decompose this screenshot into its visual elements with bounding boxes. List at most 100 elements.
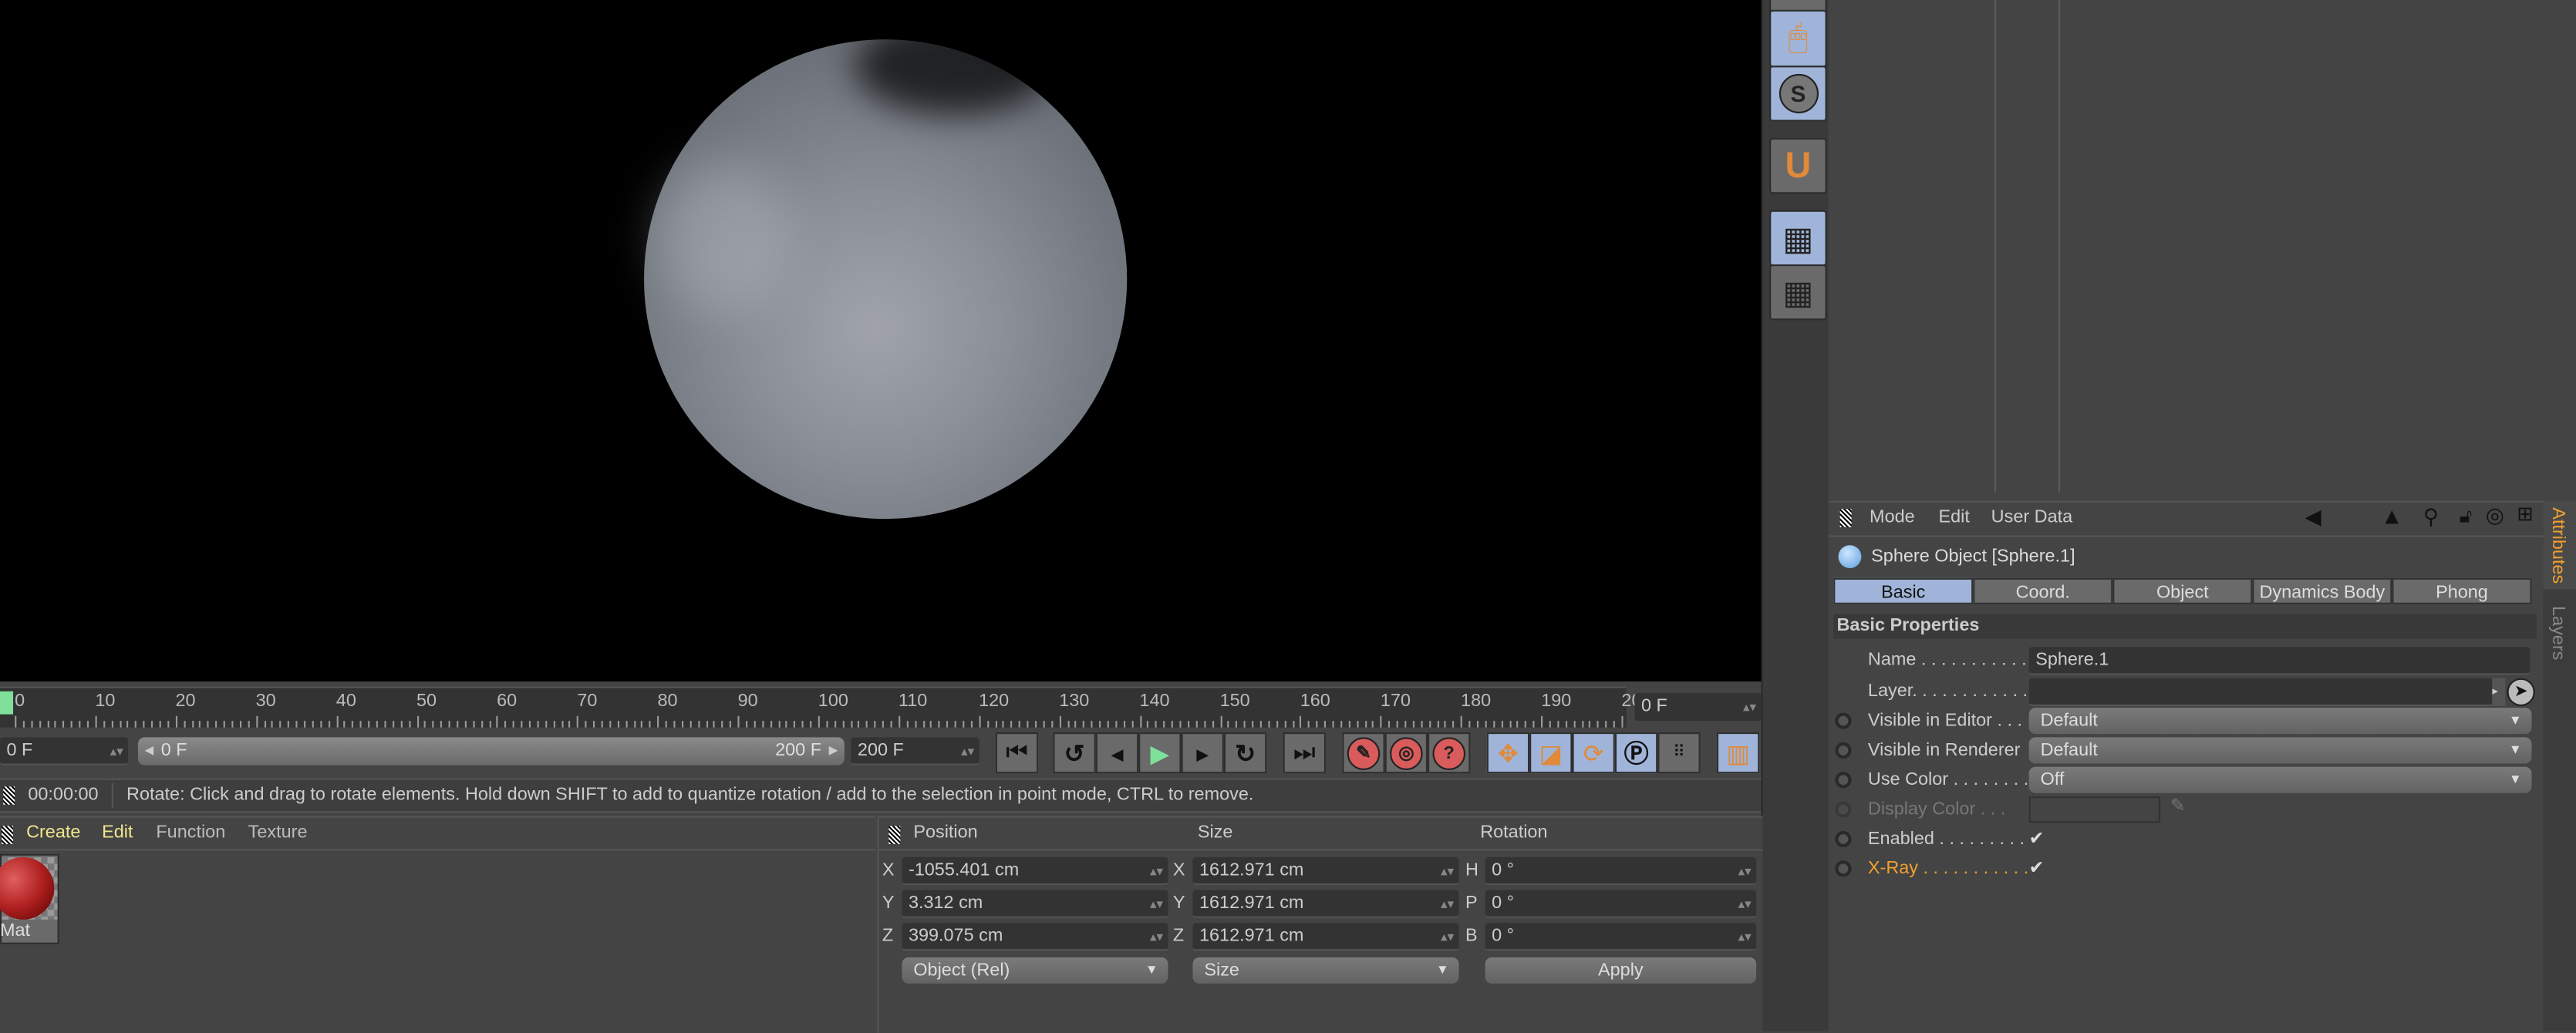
tab-coord[interactable]: Coord. bbox=[1973, 577, 2113, 604]
tick-mark bbox=[601, 721, 603, 728]
menu-edit[interactable]: Edit bbox=[1939, 507, 1970, 527]
use-color-select[interactable]: Off ▼ bbox=[2028, 766, 2532, 793]
apply-button[interactable]: Apply bbox=[1485, 957, 1757, 984]
tick-mark bbox=[1557, 721, 1559, 728]
layer-label: Layer. . . . . . . . . . . . bbox=[1867, 681, 2028, 702]
animate-radio[interactable] bbox=[1835, 742, 1852, 759]
lock-icon[interactable]: 🔓︎ bbox=[2460, 504, 2473, 529]
tick-mark bbox=[1565, 721, 1567, 728]
pick-cursor-icon[interactable]: ➤ bbox=[2507, 678, 2535, 706]
key-rotation-icon[interactable]: ⟳ bbox=[1572, 732, 1615, 774]
end-frame-field[interactable]: 200 F ▴▾ bbox=[851, 737, 979, 765]
workplane-lock-icon[interactable]: ▦ bbox=[1769, 210, 1827, 267]
menu-mode[interactable]: Mode bbox=[1870, 507, 1915, 527]
tick-mark bbox=[1340, 721, 1342, 728]
position-z-input[interactable]: 399.075 cm ▴▾ bbox=[902, 923, 1168, 951]
material-thumbnail[interactable]: Mat bbox=[0, 853, 59, 944]
timeline-ruler[interactable]: 0 10 20 30 40 50 60 70 80 90 100 110 120 130 140 150 160… bbox=[0, 686, 1652, 728]
step-back-icon[interactable]: ◂ bbox=[1095, 732, 1139, 774]
position-y-input[interactable]: 3.312 cm ▴▾ bbox=[902, 890, 1168, 918]
snap-magnet-icon[interactable]: U bbox=[1769, 137, 1827, 194]
timeline-icon[interactable]: ▥ bbox=[1716, 732, 1760, 774]
layer-arrow-icon[interactable]: ▸ bbox=[2492, 678, 2506, 706]
tick-mark bbox=[416, 715, 419, 728]
animate-radio[interactable] bbox=[1835, 860, 1852, 877]
enabled-checkbox[interactable]: ✔ bbox=[2029, 828, 2045, 850]
object-title: Sphere Object [Sphere.1] bbox=[1871, 547, 2075, 567]
playhead[interactable] bbox=[0, 691, 14, 715]
size-axis-label: X bbox=[1172, 860, 1185, 880]
menu-texture[interactable]: Texture bbox=[248, 823, 308, 843]
animate-radio[interactable] bbox=[1835, 772, 1852, 789]
go-to-end-icon[interactable]: ⏭ bbox=[1283, 732, 1326, 774]
rotation-b-input[interactable]: 0 ° ▴▾ bbox=[1485, 923, 1757, 951]
menu-edit[interactable]: Edit bbox=[102, 823, 133, 843]
menu-create[interactable]: Create bbox=[26, 823, 80, 843]
size-y-input[interactable]: 1612.971 cm ▴▾ bbox=[1192, 890, 1459, 918]
key-parameter-icon[interactable]: Ⓟ bbox=[1614, 732, 1658, 774]
target-icon[interactable]: ◎ bbox=[2486, 503, 2504, 529]
search-icon[interactable]: ⚲ bbox=[2423, 504, 2439, 530]
name-input[interactable]: Sphere.1 bbox=[2028, 647, 2530, 675]
tab-dynamics-body[interactable]: Dynamics Body bbox=[2252, 577, 2392, 604]
coordinate-mode-select[interactable]: Object (Rel) ▼ bbox=[902, 957, 1168, 984]
solo-icon[interactable]: S bbox=[1769, 66, 1827, 122]
workplane-rotate-icon[interactable]: ▦ bbox=[1769, 264, 1827, 321]
tick-mark bbox=[1364, 721, 1367, 728]
menu-function[interactable]: Function bbox=[156, 823, 225, 843]
step-forward-icon[interactable]: ▸ bbox=[1181, 732, 1224, 774]
record-keys-icon[interactable]: ✎ bbox=[1342, 732, 1385, 774]
tab-attributes[interactable]: Attributes bbox=[2548, 507, 2568, 584]
key-scale-icon[interactable]: ◪ bbox=[1529, 732, 1573, 774]
key-position-icon[interactable]: ✥ bbox=[1486, 732, 1530, 774]
up-arrow-icon[interactable]: ▲ bbox=[2381, 503, 2404, 529]
status-time: 00:00:00 bbox=[28, 785, 99, 805]
tick-mark bbox=[665, 721, 667, 728]
tick-mark bbox=[103, 721, 105, 728]
start-frame-field[interactable]: 0 F ▴▾ bbox=[0, 737, 129, 765]
tick-mark bbox=[641, 721, 643, 728]
tab-layers[interactable]: Layers bbox=[2548, 606, 2568, 660]
tick-mark bbox=[625, 721, 627, 728]
key-point-level-icon[interactable]: ⠿ bbox=[1657, 732, 1701, 774]
animate-radio[interactable] bbox=[1835, 712, 1852, 729]
autokey-icon[interactable]: ◎ bbox=[1384, 732, 1428, 774]
menu-user-data[interactable]: User Data bbox=[1991, 507, 2073, 527]
tick-mark bbox=[1589, 721, 1591, 728]
3d-viewport[interactable] bbox=[0, 0, 1762, 681]
frame-range-slider[interactable]: ◂ 0 F 200 F ▸ bbox=[137, 737, 845, 765]
visible-renderer-select[interactable]: Default ▼ bbox=[2028, 737, 2532, 764]
layer-field[interactable] bbox=[2028, 678, 2493, 706]
go-to-start-icon[interactable]: ⏮ bbox=[995, 732, 1039, 774]
size-x-input[interactable]: 1612.971 cm ▴▾ bbox=[1192, 856, 1459, 886]
previous-key-icon[interactable]: ↺ bbox=[1053, 732, 1096, 774]
tab-object[interactable]: Object bbox=[2112, 577, 2253, 604]
tick-mark bbox=[1605, 721, 1607, 728]
play-icon[interactable]: ▶ bbox=[1138, 732, 1182, 774]
tick-mark bbox=[457, 721, 459, 728]
tick-mark bbox=[79, 721, 81, 728]
size-z-input[interactable]: 1612.971 cm ▴▾ bbox=[1192, 923, 1459, 951]
size-mode-select[interactable]: Size ▼ bbox=[1192, 957, 1459, 984]
tab-phong[interactable]: Phong bbox=[2392, 577, 2532, 604]
back-arrow-icon[interactable]: ◀ bbox=[2305, 504, 2321, 530]
tick-mark bbox=[215, 721, 217, 728]
tick-mark bbox=[15, 715, 17, 728]
tab-basic[interactable]: Basic bbox=[1833, 577, 1974, 604]
rotation-p-input[interactable]: 0 ° ▴▾ bbox=[1485, 890, 1757, 918]
rotation-h-input[interactable]: 0 ° ▴▾ bbox=[1485, 856, 1757, 886]
object-manager[interactable] bbox=[1828, 0, 2544, 493]
current-frame-field[interactable]: 0 F ▴▾ bbox=[1634, 692, 1762, 722]
mouse-icon[interactable]: 🖱 bbox=[1769, 9, 1827, 68]
new-panel-icon[interactable]: ⊞ bbox=[2517, 503, 2533, 526]
keyframe-selection-icon[interactable]: ? bbox=[1428, 732, 1471, 774]
next-key-icon[interactable]: ↻ bbox=[1223, 732, 1267, 774]
position-x-input[interactable]: -1055.401 cm ▴▾ bbox=[902, 856, 1168, 886]
position-axis-label: X bbox=[882, 860, 895, 880]
tick-mark bbox=[159, 721, 161, 728]
xray-checkbox[interactable]: ✔ bbox=[2029, 857, 2045, 879]
tick-mark bbox=[697, 721, 700, 728]
visible-editor-select[interactable]: Default ▼ bbox=[2028, 708, 2532, 735]
tick-mark bbox=[376, 721, 379, 728]
animate-radio[interactable] bbox=[1835, 830, 1852, 848]
